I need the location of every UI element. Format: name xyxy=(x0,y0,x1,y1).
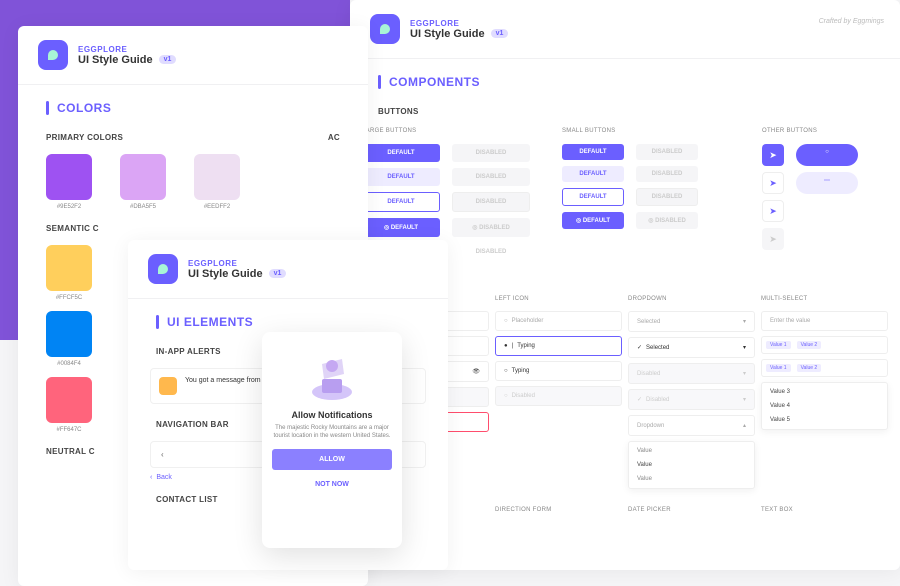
dropdown-selected[interactable]: Selected▾ xyxy=(628,311,755,332)
lefticon-input-disabled: ○Disabled xyxy=(495,386,622,406)
dropdown-heading: DROPDOWN xyxy=(628,296,755,302)
textbox-heading: TEXT BOX xyxy=(761,507,888,513)
notification-title: Allow Notifications xyxy=(270,410,394,420)
logo-icon xyxy=(148,254,178,284)
dropdown-open[interactable]: Dropdown▴ xyxy=(628,415,755,436)
icon-button-outline[interactable]: ➤ xyxy=(762,200,784,222)
buttons-heading: BUTTONS xyxy=(350,97,900,122)
multiselect-input[interactable]: Enter the value xyxy=(761,311,888,331)
small-disabled-button: DISABLED xyxy=(636,144,698,160)
circle-icon: ○ xyxy=(504,318,508,324)
dropdown-item[interactable]: Value xyxy=(629,444,754,458)
large-disabled-button: DISABLED xyxy=(452,144,530,162)
lefticon-input-filled[interactable]: ○Typing xyxy=(495,361,622,381)
large-icon-disabled: ◎ DISABLED xyxy=(452,218,530,237)
eye-icon: 👁 xyxy=(472,368,480,375)
pill-button-solid[interactable]: ○ xyxy=(796,144,858,166)
datepicker-heading: DATE PICKER xyxy=(628,507,755,513)
icon-button-outline[interactable]: ➤ xyxy=(762,172,784,194)
not-now-button[interactable]: NOT NOW xyxy=(272,474,392,495)
large-disabled-outline: DISABLED xyxy=(452,192,530,212)
lefticon-input-active[interactable]: ●|Typing xyxy=(495,336,622,356)
color-swatch: #FFCF5C xyxy=(46,245,92,301)
lefticon-input[interactable]: ○Placeholder xyxy=(495,311,622,331)
section-heading-components: COMPONENTS xyxy=(350,59,900,97)
notification-illustration xyxy=(302,344,362,404)
header: EGGPLORE UI Style Guidev1 Crafted by Egg… xyxy=(350,0,900,59)
allow-button[interactable]: ALLOW xyxy=(272,449,392,470)
multiselect-tags[interactable]: Value 1Value 2 xyxy=(761,359,888,377)
chevron-down-icon: ▾ xyxy=(743,318,746,325)
logo-icon xyxy=(38,40,68,70)
small-outline-button[interactable]: DEFAULT xyxy=(562,188,624,206)
color-swatch: #0084F4 xyxy=(46,311,92,367)
icon-button-solid[interactable]: ➤ xyxy=(762,144,784,166)
small-disabled-button: DISABLED xyxy=(636,166,698,182)
large-disabled-button: DISABLED xyxy=(452,168,530,186)
lefticon-heading: LEFT ICON xyxy=(495,296,622,302)
large-outline-button[interactable]: DEFAULT xyxy=(362,192,440,212)
color-swatch: #DBA5F5 xyxy=(120,154,166,210)
brand: EGGPLORE xyxy=(410,19,508,28)
large-link-disabled: DISABLED xyxy=(452,243,530,261)
large-buttons-heading: LARGE BUTTONS xyxy=(362,128,542,134)
page-title: UI Style Guidev1 xyxy=(410,28,508,40)
primary-colors-heading: PRIMARY COLORS xyxy=(46,133,123,142)
large-solid-button[interactable]: DEFAULT xyxy=(362,144,440,162)
direction-heading: DIRECTION FORM xyxy=(495,507,622,513)
small-icon-button[interactable]: ◎ DEFAULT xyxy=(562,212,624,229)
ui-elements-heading: UI ELEMENTS xyxy=(167,315,253,329)
color-swatch: #FF647C xyxy=(46,377,92,433)
color-swatch: #EEDFF2 xyxy=(194,154,240,210)
alert-icon xyxy=(159,377,177,395)
dropdown-item[interactable]: Value xyxy=(629,458,754,472)
multiselect-heading: MULTI-SELECT xyxy=(761,296,888,302)
small-light-button[interactable]: DEFAULT xyxy=(562,166,624,182)
credit: Crafted by Eggmings xyxy=(819,18,884,25)
dropdown-item[interactable]: Value xyxy=(629,472,754,486)
dropdown-disabled: Disabled▾ xyxy=(628,363,755,384)
icon-button-disabled: ➤ xyxy=(762,228,784,250)
logo-icon xyxy=(370,14,400,44)
chevron-up-icon: ▴ xyxy=(743,422,746,429)
list-item[interactable]: Value 5 xyxy=(762,413,887,427)
dropdown-selected-icon[interactable]: ✓Selected▾ xyxy=(628,337,755,358)
colors-heading: COLORS xyxy=(57,101,111,115)
list-item[interactable]: Value 4 xyxy=(762,399,887,413)
notification-body: The majestic Rocky Mountains are a major… xyxy=(272,424,392,441)
chevron-left-icon[interactable]: ‹ xyxy=(161,450,164,459)
notification-modal: Allow Notifications The majestic Rocky M… xyxy=(262,332,402,548)
small-buttons-heading: SMALL BUTTONS xyxy=(562,128,742,134)
dot-icon: ● xyxy=(504,343,508,349)
check-icon: ✓ xyxy=(637,344,642,351)
small-disabled-outline: DISABLED xyxy=(636,188,698,206)
multiselect-tags[interactable]: Value 1Value 2 xyxy=(761,336,888,354)
circle-icon: ○ xyxy=(504,368,508,374)
small-solid-button[interactable]: DEFAULT xyxy=(562,144,624,160)
large-icon-button[interactable]: ◎ DEFAULT xyxy=(362,218,440,237)
pill-button-light[interactable]: ⋯ xyxy=(796,172,858,194)
dropdown-disabled-icon: ✓Disabled▾ xyxy=(628,389,755,410)
large-light-button[interactable]: DEFAULT xyxy=(362,168,440,186)
multiselect-list: Value 3 Value 4 Value 5 xyxy=(761,382,888,430)
circle-icon: ○ xyxy=(504,393,508,399)
semantic-colors-heading: SEMANTIC C xyxy=(18,214,368,239)
list-item[interactable]: Value 3 xyxy=(762,385,887,399)
other-buttons-heading: OTHER BUTTONS xyxy=(762,128,888,134)
color-swatch: #9E52F2 xyxy=(46,154,92,210)
small-icon-disabled: ◎ DISABLED xyxy=(636,212,698,229)
dropdown-list: Value Value Value xyxy=(628,441,755,489)
